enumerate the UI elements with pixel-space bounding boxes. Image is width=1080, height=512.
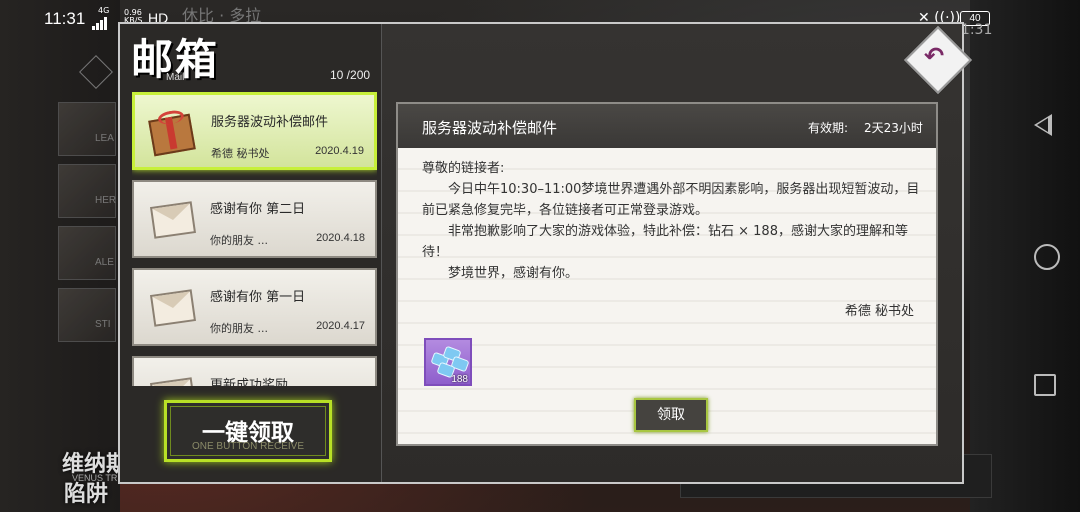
letter-signature: 希德 秘书处 bbox=[844, 304, 914, 319]
letter-title: 服务器波动补偿邮件 bbox=[422, 119, 558, 137]
mail-item[interactable]: 感谢有你 第一日 你的朋友 ... 2020.4.17 bbox=[132, 268, 377, 346]
envelope-icon bbox=[146, 288, 197, 330]
nav-back-icon[interactable] bbox=[1034, 114, 1052, 136]
background-tile-label: ALE bbox=[95, 257, 114, 268]
expiry-value: 2天23小时 bbox=[864, 121, 923, 135]
background-tile: STI bbox=[58, 288, 116, 342]
nav-home-icon[interactable] bbox=[1034, 244, 1060, 270]
mail-item[interactable]: 感谢有你 第二日 你的朋友 ... 2020.4.18 bbox=[132, 180, 377, 258]
gift-box-icon bbox=[147, 113, 196, 157]
letter-header: 服务器波动补偿邮件 有效期: 2天23小时 bbox=[398, 104, 936, 148]
expiry-label: 有效期: bbox=[808, 121, 849, 135]
mail-subject: 感谢有你 第二日 bbox=[210, 202, 306, 217]
background-tile: HER bbox=[58, 164, 116, 218]
mail-sender: 你的朋友 ... bbox=[210, 234, 268, 247]
background-tile-label: STI bbox=[95, 319, 111, 330]
mail-subject: 感谢有你 第一日 bbox=[210, 290, 306, 305]
mail-date: 2020.4.18 bbox=[316, 232, 365, 244]
mail-letter: 服务器波动补偿邮件 有效期: 2天23小时 尊敬的链接者: 今日中午10:30–… bbox=[396, 102, 938, 446]
letter-paragraph: 今日中午10:30–11:00梦境世界遭遇外部不明因素影响，服务器出现短暂波动，… bbox=[422, 182, 920, 218]
return-arrow-icon: ↶ bbox=[924, 42, 945, 70]
mail-date: 2020.4.17 bbox=[316, 320, 365, 332]
nav-recent-icon[interactable] bbox=[1034, 374, 1056, 396]
claim-button[interactable]: 领取 bbox=[634, 398, 708, 432]
mail-date: 2020.4.19 bbox=[315, 145, 364, 157]
reward-item[interactable]: 188 bbox=[424, 338, 472, 386]
background-tile: ALE bbox=[58, 226, 116, 280]
background-right bbox=[970, 0, 1080, 512]
mailbox-title-en: Mail bbox=[166, 72, 185, 83]
mail-item[interactable]: 更新成功奖励 bbox=[132, 356, 377, 386]
claim-all-button[interactable]: 一键领取 ONE BUTTON RECEIVE bbox=[164, 400, 332, 462]
back-button[interactable]: ↶ bbox=[900, 24, 972, 94]
mailbox-window: 邮箱 Mail 10 /200 服务器波动补偿邮件 希德 秘书处 2020.4.… bbox=[118, 22, 972, 484]
mail-list-panel: 邮箱 Mail 10 /200 服务器波动补偿邮件 希德 秘书处 2020.4.… bbox=[120, 24, 382, 482]
background-tile-label: HER bbox=[95, 195, 117, 206]
mail-sender: 希德 秘书处 bbox=[211, 147, 270, 160]
mail-sender: 你的朋友 ... bbox=[210, 322, 268, 335]
letter-body: 尊敬的链接者: 今日中午10:30–11:00梦境世界遭遇外部不明因素影响，服务… bbox=[398, 148, 936, 444]
mail-list[interactable]: 服务器波动补偿邮件 希德 秘书处 2020.4.19 感谢有你 第二日 你的朋友… bbox=[132, 92, 377, 386]
mail-subject: 服务器波动补偿邮件 bbox=[211, 115, 329, 130]
letter-paragraph: 梦境世界，感谢有你。 bbox=[448, 266, 579, 281]
mail-subject: 更新成功奖励 bbox=[210, 378, 289, 386]
status-time: 11:31 bbox=[44, 9, 86, 28]
letter-greeting: 尊敬的链接者: bbox=[422, 161, 505, 176]
background-menu-button bbox=[79, 55, 113, 89]
envelope-icon bbox=[146, 200, 197, 242]
background-event-title-2: 陷阱 bbox=[64, 482, 109, 507]
mail-item-selected[interactable]: 服务器波动补偿邮件 希德 秘书处 2020.4.19 bbox=[132, 92, 377, 170]
background-tile: LEA bbox=[58, 102, 116, 156]
claim-all-sublabel: ONE BUTTON RECEIVE bbox=[191, 441, 305, 452]
signal-icon bbox=[92, 11, 108, 30]
reward-quantity: 188 bbox=[451, 374, 468, 385]
background-sidebar: LEA HER ALE STI bbox=[0, 0, 120, 512]
mail-count: 10 /200 bbox=[330, 68, 371, 82]
letter-paragraph: 非常抱歉影响了大家的游戏体验，特此补偿：钻石 × 188，感谢大家的理解和等待！ bbox=[422, 224, 908, 260]
letter-text: 尊敬的链接者: 今日中午10:30–11:00梦境世界遭遇外部不明因素影响，服务… bbox=[422, 158, 922, 284]
envelope-icon bbox=[146, 376, 197, 386]
background-tile-label: LEA bbox=[95, 133, 114, 144]
